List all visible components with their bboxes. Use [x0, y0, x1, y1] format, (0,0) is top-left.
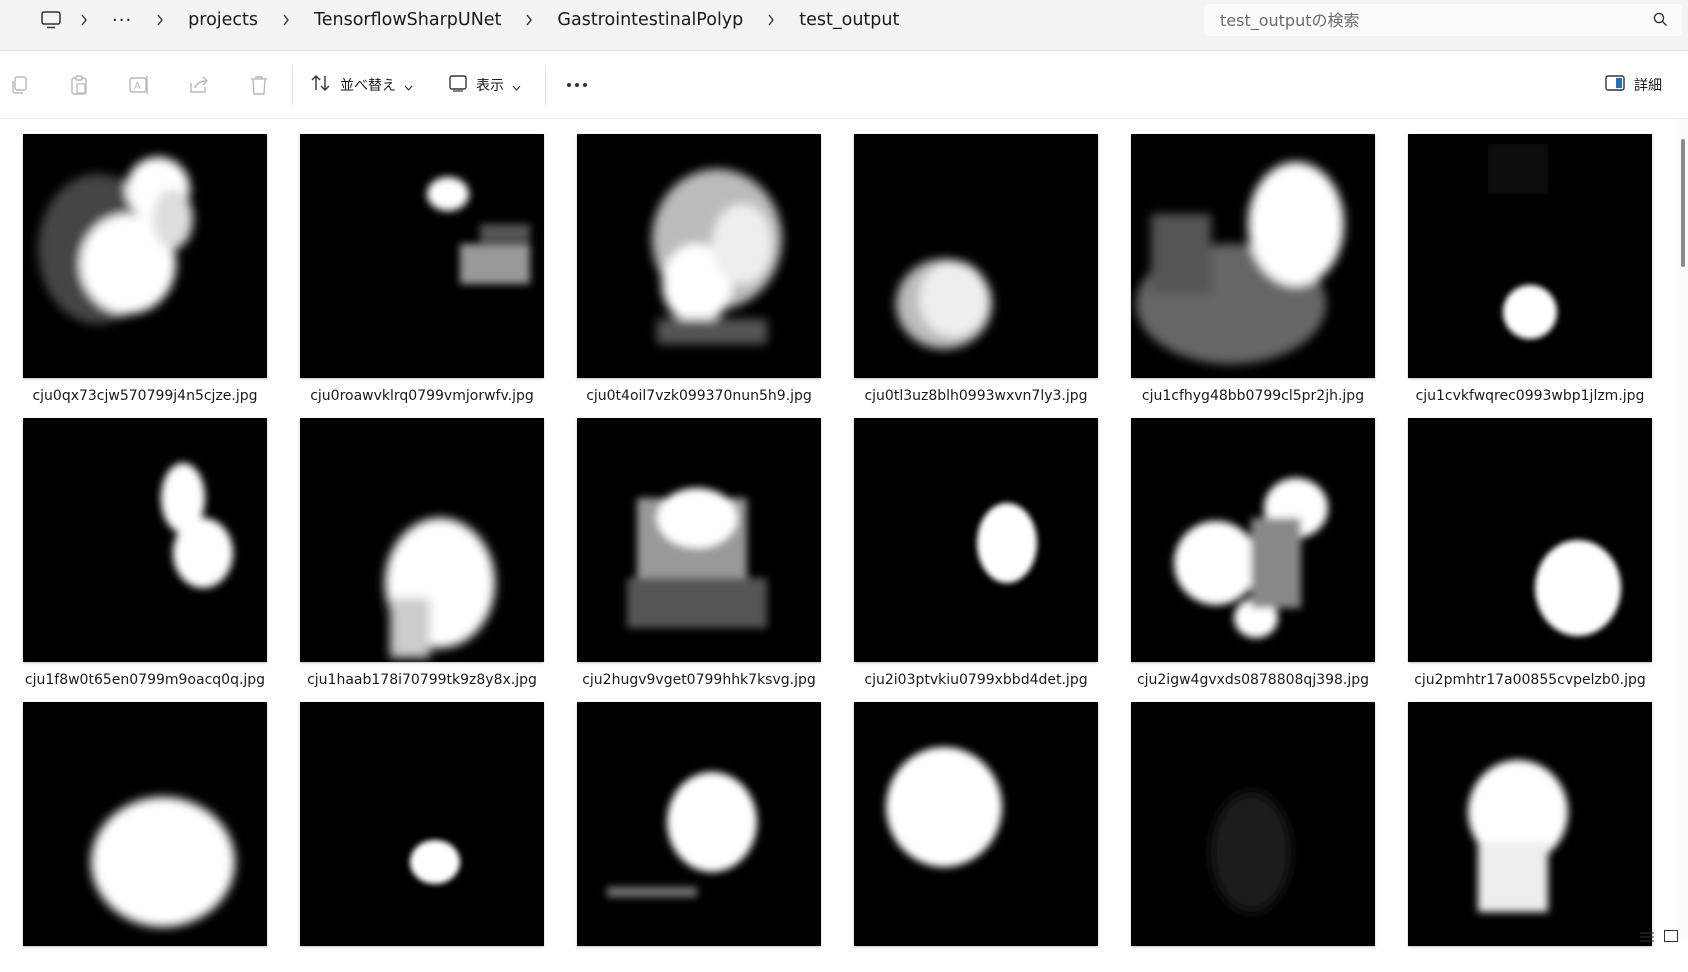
file-item[interactable]: cju0t4oil7vzk099370nun5h9.jpg [577, 134, 827, 404]
image-thumbnail [23, 418, 267, 662]
file-name[interactable]: cju1cvkfwqrec0993wbp1jlzm.jpg [1388, 388, 1672, 404]
file-item[interactable]: cju1haab178i70799tk9z8y8x.jpg [300, 418, 550, 688]
file-name[interactable]: cju2pmhtr17a00855cvpelzb0.jpg [1388, 672, 1672, 688]
file-item[interactable]: cju2hugv9vget0799hhk7ksvg.jpg [577, 418, 827, 688]
file-name[interactable]: cju0qx73cjw570799j4n5cjze.jpg [3, 388, 287, 404]
details-view-icon[interactable] [1640, 927, 1654, 946]
file-item[interactable] [23, 702, 273, 972]
sort-icon [310, 73, 332, 97]
file-name[interactable]: cju2i03ptvkiu0799xbbd4det.jpg [834, 672, 1118, 688]
file-name[interactable]: cju1cfhyg48bb0799cl5pr2jh.jpg [1111, 388, 1395, 404]
view-icon [448, 74, 468, 96]
file-item[interactable]: cju1cvkfwqrec0993wbp1jlzm.jpg [1408, 134, 1658, 404]
share-icon[interactable] [188, 71, 210, 99]
image-thumbnail [577, 418, 821, 662]
file-item[interactable]: cju1cfhyg48bb0799cl5pr2jh.jpg [1131, 134, 1381, 404]
chevron-right-icon[interactable] [749, 14, 793, 26]
file-item[interactable] [300, 702, 550, 972]
file-name[interactable]: cju0roawvklrq0799vmjorwfv.jpg [280, 388, 564, 404]
file-item[interactable]: cju0roawvklrq0799vmjorwfv.jpg [300, 134, 550, 404]
delete-icon[interactable] [248, 71, 270, 99]
breadcrumb-gastrointestinalpolyp[interactable]: GastrointestinalPolyp [551, 10, 749, 30]
file-item[interactable]: cju2i03ptvkiu0799xbbd4det.jpg [854, 418, 1104, 688]
large-icons-view-icon[interactable] [1664, 927, 1678, 946]
vertical-scrollbar[interactable] [1676, 119, 1688, 939]
image-thumbnail [23, 702, 267, 946]
view-toggle [1640, 927, 1678, 946]
file-item[interactable] [577, 702, 827, 972]
file-name[interactable]: cju1f8w0t65en0799m9oacq0q.jpg [3, 672, 287, 688]
image-thumbnail [300, 134, 544, 378]
address-bar: ··· projects TensorflowSharpUNet Gastroi… [0, 0, 1688, 51]
image-thumbnail [300, 418, 544, 662]
image-thumbnail [1131, 702, 1375, 946]
image-thumbnail [300, 702, 544, 946]
image-thumbnail [577, 702, 821, 946]
file-item[interactable]: cju2igw4gvxds0878808qj398.jpg [1131, 418, 1381, 688]
file-item[interactable]: cju0tl3uz8blh0993wxvn7ly3.jpg [854, 134, 1104, 404]
more-icon[interactable] [564, 71, 590, 99]
file-item[interactable] [1408, 702, 1658, 972]
view-label: 表示 [476, 78, 504, 94]
breadcrumb-test-output[interactable]: test_output [793, 10, 905, 30]
image-thumbnail [854, 418, 1098, 662]
file-name[interactable]: cju2hugv9vget0799hhk7ksvg.jpg [557, 672, 841, 688]
sort-button[interactable]: 並べ替え [310, 71, 413, 99]
file-grid: cju0qx73cjw570799j4n5cjze.jpg cju0roawvk… [0, 119, 1680, 946]
image-thumbnail [1131, 418, 1375, 662]
svg-text:A: A [134, 81, 141, 92]
image-thumbnail [1408, 702, 1652, 946]
this-pc-icon[interactable] [40, 9, 62, 31]
image-thumbnail [1408, 134, 1652, 378]
command-bar: A 並べ替え 表示 詳細 [0, 51, 1688, 119]
copy-icon[interactable] [8, 71, 30, 99]
breadcrumb-overflow[interactable]: ··· [106, 10, 138, 31]
chevron-right-icon[interactable] [264, 14, 308, 26]
chevron-down-icon [404, 76, 413, 95]
breadcrumb-projects[interactable]: projects [182, 10, 264, 30]
file-item[interactable] [1131, 702, 1381, 972]
image-thumbnail [1131, 134, 1375, 378]
chevron-right-icon[interactable] [62, 14, 106, 26]
search-input[interactable] [1220, 4, 1640, 36]
details-label: 詳細 [1634, 78, 1662, 94]
details-button[interactable]: 詳細 [1604, 71, 1662, 99]
file-item[interactable]: cju0qx73cjw570799j4n5cjze.jpg [23, 134, 273, 404]
image-thumbnail [577, 134, 821, 378]
file-name[interactable]: cju2igw4gvxds0878808qj398.jpg [1111, 672, 1395, 688]
chevron-right-icon[interactable] [507, 14, 551, 26]
breadcrumb: ··· projects TensorflowSharpUNet Gastroi… [40, 0, 905, 40]
image-thumbnail [1408, 418, 1652, 662]
chevron-right-icon[interactable] [138, 14, 182, 26]
file-name[interactable]: cju0t4oil7vzk099370nun5h9.jpg [557, 388, 841, 404]
search-box[interactable] [1204, 4, 1682, 36]
toolbar-divider [545, 65, 546, 105]
image-thumbnail [23, 134, 267, 378]
file-item[interactable] [854, 702, 1104, 972]
sort-label: 並べ替え [340, 78, 396, 94]
image-thumbnail [854, 134, 1098, 378]
search-icon[interactable] [1653, 12, 1668, 31]
file-name[interactable]: cju0tl3uz8blh0993wxvn7ly3.jpg [834, 388, 1118, 404]
toolbar-divider [292, 65, 293, 105]
view-button[interactable]: 表示 [448, 71, 521, 99]
rename-icon[interactable]: A [128, 71, 150, 99]
paste-icon[interactable] [68, 71, 90, 99]
file-item[interactable]: cju2pmhtr17a00855cvpelzb0.jpg [1408, 418, 1658, 688]
file-name[interactable]: cju1haab178i70799tk9z8y8x.jpg [280, 672, 564, 688]
file-item[interactable]: cju1f8w0t65en0799m9oacq0q.jpg [23, 418, 273, 688]
scrollbar-thumb[interactable] [1681, 139, 1685, 267]
image-thumbnail [854, 702, 1098, 946]
details-pane-icon [1604, 74, 1626, 96]
chevron-down-icon [512, 76, 521, 95]
breadcrumb-tensorflowsharpunet[interactable]: TensorflowSharpUNet [308, 10, 507, 30]
